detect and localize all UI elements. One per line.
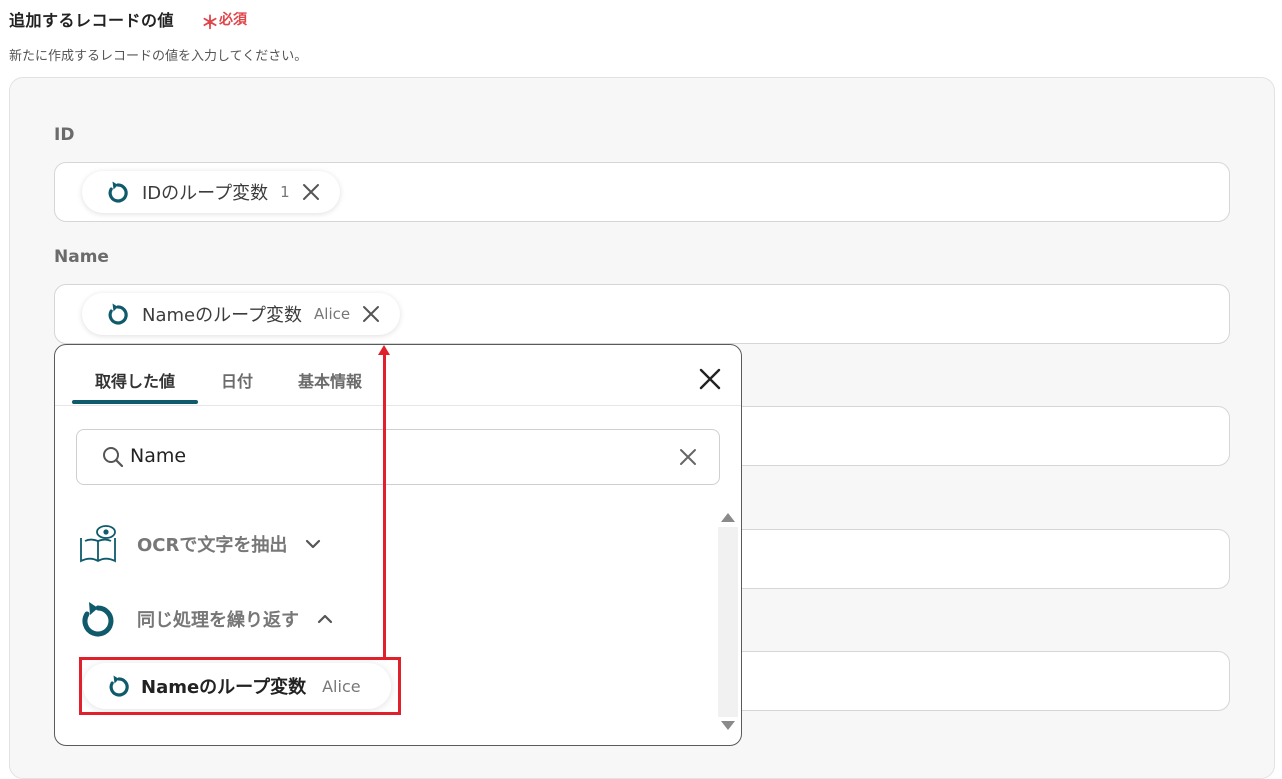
field-label-name: Name (54, 247, 109, 267)
clear-search-icon[interactable] (679, 448, 697, 466)
chip-variable-name: Nameのループ変数 (142, 305, 303, 326)
chip-variable-value: 1 (280, 183, 290, 201)
field-label-id: ID (54, 125, 75, 145)
variable-chip-id[interactable]: IDのループ変数 1 (82, 171, 340, 213)
tab-basic-info[interactable]: 基本情報 (298, 368, 362, 392)
active-tab-indicator (72, 400, 198, 404)
chevron-up-icon (317, 614, 333, 624)
search-icon (103, 447, 124, 468)
variable-chip-name[interactable]: Nameのループ変数 Alice (82, 293, 401, 335)
required-star-icon: ＊ (201, 13, 219, 34)
scroll-up-icon[interactable] (721, 513, 735, 522)
field-input-id[interactable]: IDのループ変数 1 (54, 162, 1230, 222)
required-label: 必須 (219, 12, 247, 28)
section-description: 新たに作成するレコードの値を入力してください。 (9, 49, 308, 64)
search-input[interactable]: Name (76, 429, 720, 485)
tab-divider (55, 405, 741, 406)
section-title: 追加するレコードの値 (9, 11, 175, 30)
tab-acquired-values[interactable]: 取得した値 (95, 368, 175, 392)
annotation-arrow-line (383, 354, 386, 658)
chip-variable-name: IDのループ変数 (142, 183, 269, 204)
book-eye-icon (80, 525, 116, 563)
annotation-highlight-box (79, 657, 401, 715)
annotation-arrow-head (378, 345, 390, 355)
search-value: Name (130, 445, 187, 467)
close-icon[interactable] (698, 367, 722, 391)
loop-icon (108, 303, 128, 325)
chevron-down-icon (306, 539, 321, 549)
field-input-name[interactable]: Nameのループ変数 Alice (54, 284, 1230, 344)
group-label: OCRで文字を抽出 (137, 535, 288, 556)
scrollbar[interactable] (718, 527, 738, 717)
group-loop[interactable]: 同じ処理を繰り返す (79, 599, 333, 639)
chip-variable-value: Alice (314, 305, 351, 323)
scroll-down-icon[interactable] (721, 721, 735, 730)
remove-chip-icon[interactable] (362, 305, 380, 323)
loop-icon (82, 602, 114, 637)
remove-chip-icon[interactable] (302, 183, 320, 201)
group-label: 同じ処理を繰り返す (137, 610, 299, 631)
loop-icon (108, 181, 128, 203)
tab-date[interactable]: 日付 (221, 368, 253, 392)
group-ocr[interactable]: OCRで文字を抽出 (79, 524, 321, 564)
